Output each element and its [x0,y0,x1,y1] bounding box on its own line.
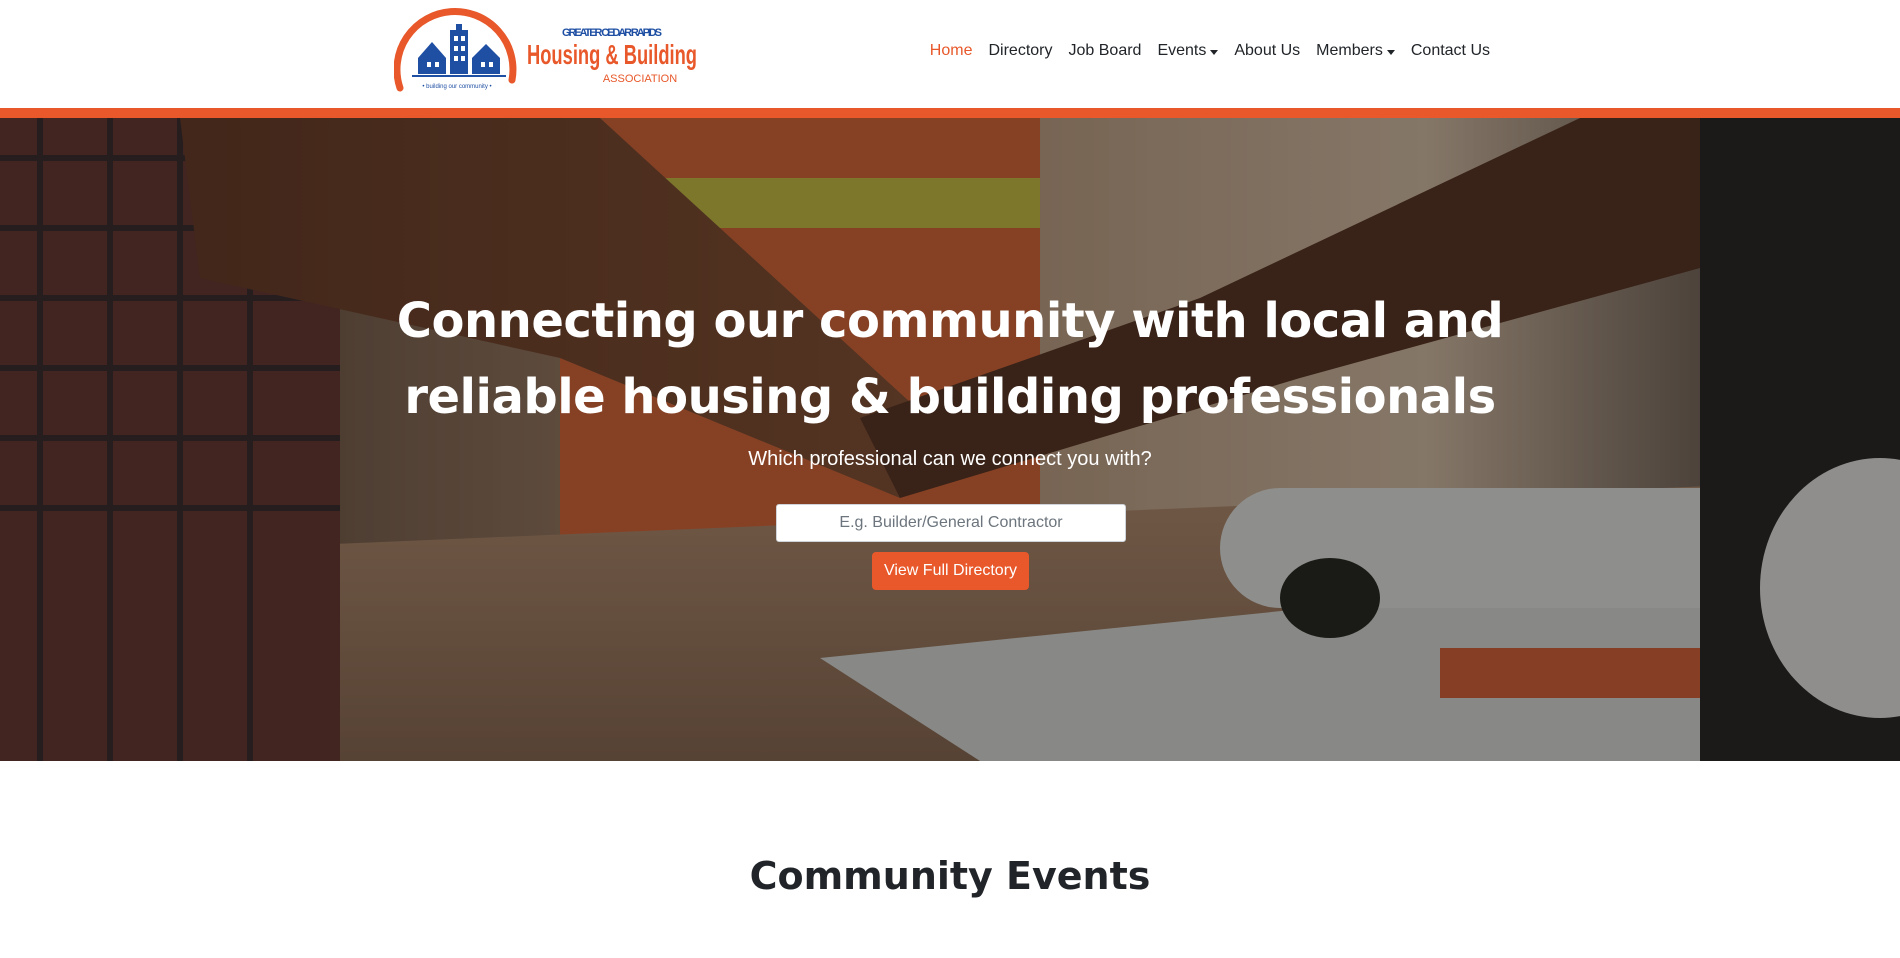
nav-members[interactable]: Members [1308,38,1403,64]
logo-line2: Housing & Building [527,39,697,70]
view-full-directory-button[interactable]: View Full Directory [872,552,1029,590]
nav-directory[interactable]: Directory [980,38,1060,64]
hero-section: Connecting our community with local and … [0,118,1900,761]
hero-title: Connecting our community with local and … [396,293,1504,425]
nav-job-board-label: Job Board [1068,42,1142,59]
logo-graphic: • building our community • GREATER CEDAR… [394,8,697,92]
logo-line1: GREATER CEDAR RAPIDS [562,27,662,39]
nav-home-label: Home [929,42,973,59]
nav-home[interactable]: Home [922,38,981,64]
nav-members-label: Members [1316,42,1383,59]
chevron-down-icon [1386,49,1395,55]
community-events-title: Community Events [749,854,1151,898]
site-logo[interactable]: • building our community • GREATER CEDAR… [394,6,699,94]
nav-events-label: Events [1157,42,1207,59]
nav-contact-us-label: Contact Us [1410,42,1490,59]
hero-content: Connecting our community with local and … [0,118,1900,761]
header-accent-bar [0,108,1900,118]
site-header: • building our community • GREATER CEDAR… [0,0,1900,108]
hero-subtitle: Which professional can we connect you wi… [748,448,1152,470]
nav-about-us[interactable]: About Us [1226,38,1308,64]
nav-events[interactable]: Events [1149,38,1226,64]
logo-tagline: • building our community • [422,84,491,90]
directory-search-input[interactable] [776,504,1126,542]
nav-directory-label: Directory [988,42,1053,59]
chevron-down-icon [1210,49,1219,55]
logo-line3: ASSOCIATION [603,73,677,85]
nav-job-board[interactable]: Job Board [1061,38,1150,64]
main-nav: Home Directory Job Board Events About Us… [922,38,1498,64]
nav-contact-us[interactable]: Contact Us [1403,38,1498,64]
nav-about-us-label: About Us [1234,42,1301,59]
